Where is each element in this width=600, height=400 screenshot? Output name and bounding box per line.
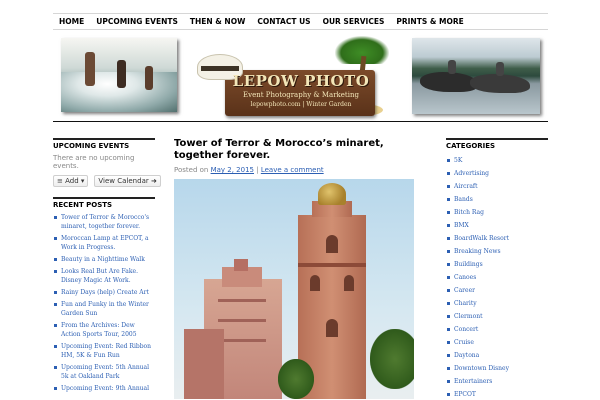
main-navigation: HOME UPCOMING EVENTS THEN & NOW CONTACT … [53,13,548,30]
recent-post-link[interactable]: Fun and Funky in the Winter Garden Sun [53,300,155,318]
category-link[interactable]: Career [446,284,548,297]
recent-post-link[interactable]: Upcoming Event: 5th Annual 5k at Oakland… [53,363,155,381]
category-link[interactable]: Breaking News [446,245,548,258]
posted-on-label: Posted on [174,166,209,174]
category-link[interactable]: BMX [446,219,548,232]
meta-separator: | [256,166,259,174]
view-calendar-label: View Calendar [98,177,149,185]
nav-home[interactable]: HOME [53,14,90,29]
no-events-text: There are no upcoming events. [53,154,135,170]
recent-post-link[interactable]: From the Archives: Dew Action Sports Tou… [53,321,155,339]
site-logo[interactable]: LEPOW PHOTO Event Photography & Marketin… [191,32,401,120]
jetski-photo [412,38,540,114]
category-link[interactable]: Clermont [446,310,548,323]
rss-icon: ≡ [57,177,63,185]
right-sidebar: CATEGORIES 5K Advertising Aircraft Bands… [446,138,548,400]
recent-posts-heading: RECENT POSTS [53,197,155,209]
category-link[interactable]: Canoes [446,271,548,284]
add-button[interactable]: ≡ Add ▾ [53,175,89,187]
post-date-link[interactable]: May 2, 2015 [211,166,254,174]
recent-post-link[interactable]: Tower of Terror & Morocco's minaret, tog… [53,213,155,231]
view-calendar-button[interactable]: View Calendar ➜ [94,175,161,187]
categories-list: 5K Advertising Aircraft Bands Bitch Rag … [446,154,548,400]
category-link[interactable]: Bitch Rag [446,206,548,219]
recent-post-link[interactable]: Moroccan Lamp at EPCOT, a Work in Progre… [53,234,155,252]
recent-post-link[interactable]: Upcoming Event: 9th Annual [53,384,155,393]
recent-post-link[interactable]: Rainy Days (help) Create Art [53,288,155,297]
chevron-down-icon: ▾ [80,177,85,185]
categories-heading: CATEGORIES [446,138,548,150]
main-content: Tower of Terror & Morocco’s minaret, tog… [174,138,426,399]
triathlon-photo [61,38,177,112]
category-link[interactable]: EPCOT [446,388,548,400]
category-link[interactable]: Cruise [446,336,548,349]
arrow-right-icon: ➜ [150,177,157,185]
left-sidebar: UPCOMING EVENTS There are no upcoming ev… [53,138,161,396]
logo-subtitle: Event Photography & Marketing [243,91,359,99]
category-link[interactable]: Downtown Disney [446,362,548,375]
header-banner[interactable]: LEPOW PHOTO Event Photography & Marketin… [53,30,548,122]
nav-prints-and-more[interactable]: PRINTS & MORE [390,14,469,29]
post-meta: Posted on May 2, 2015 | Leave a comment [174,166,426,174]
nav-then-and-now[interactable]: THEN & NOW [184,14,251,29]
logo-title: LEPOW PHOTO [232,72,370,90]
category-link[interactable]: BoardWalk Resort [446,232,548,245]
category-link[interactable]: Entertainers [446,375,548,388]
recent-post-link[interactable]: Looks Real But Are Fake. Disney Magic At… [53,267,155,285]
upcoming-events-heading: UPCOMING EVENTS [53,138,155,150]
nav-our-services[interactable]: OUR SERVICES [317,14,391,29]
recent-post-link[interactable]: Beauty in a Nighttime Walk [53,255,155,264]
category-link[interactable]: Daytona [446,349,548,362]
post-title[interactable]: Tower of Terror & Morocco’s minaret, tog… [174,138,426,162]
category-link[interactable]: Buildings [446,258,548,271]
category-link[interactable]: Aircraft [446,180,548,193]
nav-contact-us[interactable]: CONTACT US [251,14,316,29]
category-link[interactable]: 5K [446,154,548,167]
category-link[interactable]: Advertising [446,167,548,180]
category-link[interactable]: Charity [446,297,548,310]
recent-posts-list: Tower of Terror & Morocco's minaret, tog… [53,213,155,393]
post-featured-image[interactable] [174,179,414,399]
recent-post-link[interactable]: Upcoming Event: Red Ribbon HM, 5K & Fun … [53,342,155,360]
leave-comment-link[interactable]: Leave a comment [261,166,324,174]
add-button-label: Add [65,177,79,185]
nav-upcoming-events[interactable]: UPCOMING EVENTS [90,14,184,29]
logo-url: lepowphoto.com | Winter Garden [250,101,352,108]
category-link[interactable]: Bands [446,193,548,206]
category-link[interactable]: Concert [446,323,548,336]
